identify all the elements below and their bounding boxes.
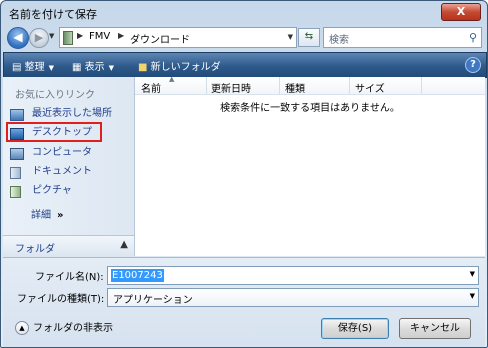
empty-message: 検索条件に一致する項目はありません。 xyxy=(220,103,400,114)
computer-icon xyxy=(10,148,24,160)
cancel-button[interactable]: キャンセル xyxy=(399,318,471,339)
address-bar[interactable]: ▶ FMV ▶ ダウンロード ▼ xyxy=(59,27,297,48)
new-folder-button[interactable]: ■ 新しいフォルダ xyxy=(138,58,221,73)
filetype-select[interactable]: アプリケーション ▼ xyxy=(107,288,479,307)
recent-pages-dropdown-icon[interactable]: ▼ xyxy=(49,32,54,40)
save-as-dialog: 名前を付けて保存 X ◀ ▶ ▼ ▶ FMV ▶ ダウンロード ▼ ⇆ 検索 ⚲… xyxy=(0,0,488,348)
sidebar-item-label: 最近表示した場所 xyxy=(32,108,112,119)
refresh-icon: ⇆ xyxy=(304,31,314,42)
title-bar: 名前を付けて保存 X xyxy=(1,1,487,23)
breadcrumb-fmv[interactable]: FMV xyxy=(89,31,110,42)
refresh-button[interactable]: ⇆ xyxy=(298,28,320,47)
breadcrumb-downloads[interactable]: ダウンロード xyxy=(130,31,190,46)
favorite-links-title: お気に入りリンク xyxy=(15,90,95,101)
organize-label: 整理 xyxy=(24,62,45,73)
filetype-value: アプリケーション xyxy=(113,295,193,306)
breadcrumb-separator-icon[interactable]: ▶ xyxy=(77,31,83,40)
forward-button[interactable]: ▶ xyxy=(29,28,49,48)
close-button[interactable]: X xyxy=(441,3,481,21)
chevron-up-icon: ▲ xyxy=(15,321,29,335)
column-header-name[interactable]: 名前 xyxy=(141,80,161,95)
more-label: 詳細 xyxy=(31,210,51,221)
recent-places-icon xyxy=(10,109,24,121)
search-icon[interactable]: ⚲ xyxy=(469,31,477,44)
column-header-date-modified[interactable]: 更新日時 xyxy=(211,80,251,95)
folder-path-icon xyxy=(63,31,73,45)
window-title: 名前を付けて保存 xyxy=(9,8,97,21)
column-divider[interactable] xyxy=(349,77,350,94)
sidebar-item-documents[interactable]: ドキュメント xyxy=(10,164,128,180)
chevron-down-icon: ▼ xyxy=(108,64,115,72)
hide-folders-label: フォルダの非表示 xyxy=(33,323,113,334)
hide-folders-toggle[interactable]: ▲ フォルダの非表示 xyxy=(15,319,113,335)
sidebar-item-label: ドキュメント xyxy=(32,166,92,177)
views-label: 表示 xyxy=(84,62,105,73)
chevron-down-icon[interactable]: ▼ xyxy=(470,292,475,300)
filetype-label: ファイルの種類(T): xyxy=(17,294,105,305)
folders-label: フォルダ xyxy=(15,244,55,255)
column-header-type[interactable]: 種類 xyxy=(285,80,305,95)
filename-value[interactable]: E1007243 xyxy=(111,269,164,282)
organize-menu[interactable]: ▤ 整理 ▼ xyxy=(12,58,54,73)
filename-label: ファイル名(N): xyxy=(35,272,104,283)
column-header-size[interactable]: サイズ xyxy=(355,80,385,95)
sidebar-item-desktop[interactable]: デスクトップ xyxy=(10,125,128,141)
sidebar-item-computer[interactable]: コンピュータ xyxy=(10,145,128,161)
search-box[interactable]: 検索 ⚲ xyxy=(323,27,482,48)
new-folder-icon: ■ xyxy=(138,62,148,73)
address-dropdown-icon[interactable]: ▼ xyxy=(288,33,293,41)
column-divider[interactable] xyxy=(279,77,280,94)
views-icon: ▦ xyxy=(72,62,82,73)
views-menu[interactable]: ▦ 表示 ▼ xyxy=(72,58,114,73)
column-headers: ▲ 名前 更新日時 種類 サイズ xyxy=(135,75,485,95)
sidebar-item-recent-places[interactable]: 最近表示した場所 xyxy=(10,106,128,122)
sidebar-item-label: デスクトップ xyxy=(32,127,92,138)
filename-field[interactable]: E1007243 ▼ xyxy=(107,266,479,285)
sidebar-item-label: コンピュータ xyxy=(32,147,92,158)
pictures-icon xyxy=(10,186,21,198)
chevron-down-icon: ▼ xyxy=(48,64,55,72)
command-toolbar: ▤ 整理 ▼ ▦ 表示 ▼ ■ 新しいフォルダ ? xyxy=(3,52,487,78)
double-chevron-icon: » xyxy=(57,210,64,221)
back-button[interactable]: ◀ xyxy=(7,27,29,49)
new-folder-label: 新しいフォルダ xyxy=(150,62,221,73)
chevron-up-icon: ▲ xyxy=(120,239,128,250)
folders-toggle[interactable]: フォルダ ▲ xyxy=(3,235,134,257)
sidebar-item-pictures[interactable]: ピクチャ xyxy=(10,183,128,199)
breadcrumb-separator-icon[interactable]: ▶ xyxy=(118,31,124,40)
file-list[interactable]: ▲ 名前 更新日時 種類 サイズ 検索条件に一致する項目はありません。 xyxy=(135,75,485,256)
column-divider[interactable] xyxy=(421,77,422,94)
sort-arrow-icon: ▲ xyxy=(169,75,175,83)
save-options: ファイル名(N): E1007243 ▼ ファイルの種類(T): アプリケーショ… xyxy=(3,257,485,347)
more-links-button[interactable]: 詳細 » xyxy=(31,206,63,221)
documents-icon xyxy=(10,167,21,179)
desktop-icon xyxy=(10,128,24,140)
favorite-links-pane: お気に入りリンク 最近表示した場所 デスクトップ コンピュータ ドキュメント ピ… xyxy=(3,77,135,256)
organize-icon: ▤ xyxy=(12,62,22,73)
search-placeholder: 検索 xyxy=(329,35,349,46)
navigation-row: ◀ ▶ ▼ ▶ FMV ▶ ダウンロード ▼ ⇆ 検索 ⚲ xyxy=(1,25,487,49)
sidebar-item-label: ピクチャ xyxy=(32,185,72,196)
chevron-down-icon[interactable]: ▼ xyxy=(470,270,475,278)
column-divider[interactable] xyxy=(206,77,207,94)
save-button[interactable]: 保存(S) xyxy=(321,318,389,339)
help-icon[interactable]: ? xyxy=(465,57,481,73)
